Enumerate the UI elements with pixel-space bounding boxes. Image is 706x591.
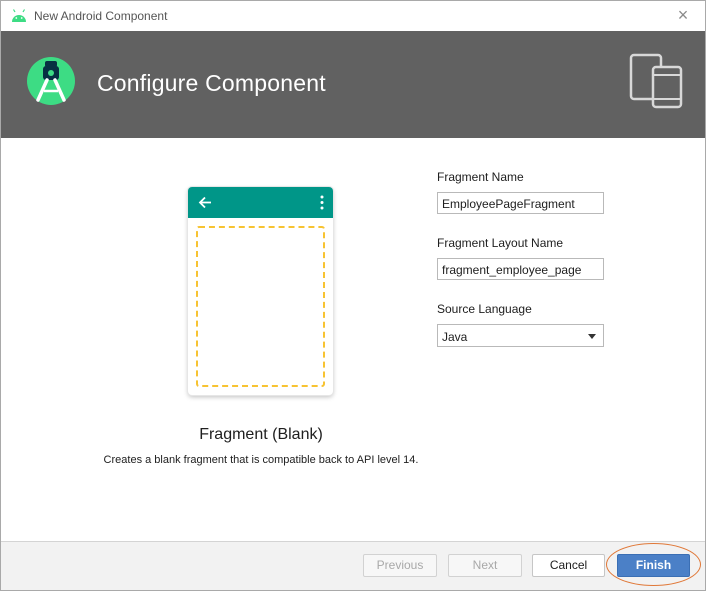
source-language-select[interactable]: Java [437, 324, 604, 347]
fragment-name-label: Fragment Name [437, 170, 524, 184]
close-icon[interactable]: × [675, 6, 691, 24]
previous-button[interactable]: Previous [363, 554, 437, 577]
finish-button[interactable]: Finish [617, 554, 690, 577]
preview-app-bar [188, 187, 333, 218]
template-preview [188, 187, 333, 395]
source-language-value: Java [442, 330, 468, 344]
layout-name-field[interactable]: fragment_employee_page [437, 258, 604, 280]
android-studio-icon [27, 57, 75, 105]
template-description: Creates a blank fragment that is compati… [103, 454, 419, 466]
window-title: New Android Component [34, 9, 168, 23]
template-name: Fragment (Blank) [199, 426, 323, 443]
title-bar: New Android Component × [1, 1, 705, 31]
fragment-name-field[interactable]: EmployeePageFragment [437, 192, 604, 214]
page-title: Configure Component [97, 70, 326, 96]
chevron-down-icon [588, 334, 596, 339]
arrow-back-icon [198, 196, 211, 209]
cancel-button[interactable]: Cancel [532, 554, 605, 577]
more-vert-icon [320, 195, 324, 210]
dialog-footer: Previous Next Cancel Finish [1, 541, 705, 590]
header-banner: Configure Component [1, 31, 705, 138]
android-icon [12, 9, 26, 22]
source-language-label: Source Language [437, 302, 532, 316]
layout-name-label: Fragment Layout Name [437, 236, 564, 250]
dialog-window: New Android Component × Configure Compon… [0, 0, 706, 591]
next-button[interactable]: Next [448, 554, 522, 577]
devices-icon [629, 53, 683, 109]
fragment-placeholder [196, 226, 325, 387]
